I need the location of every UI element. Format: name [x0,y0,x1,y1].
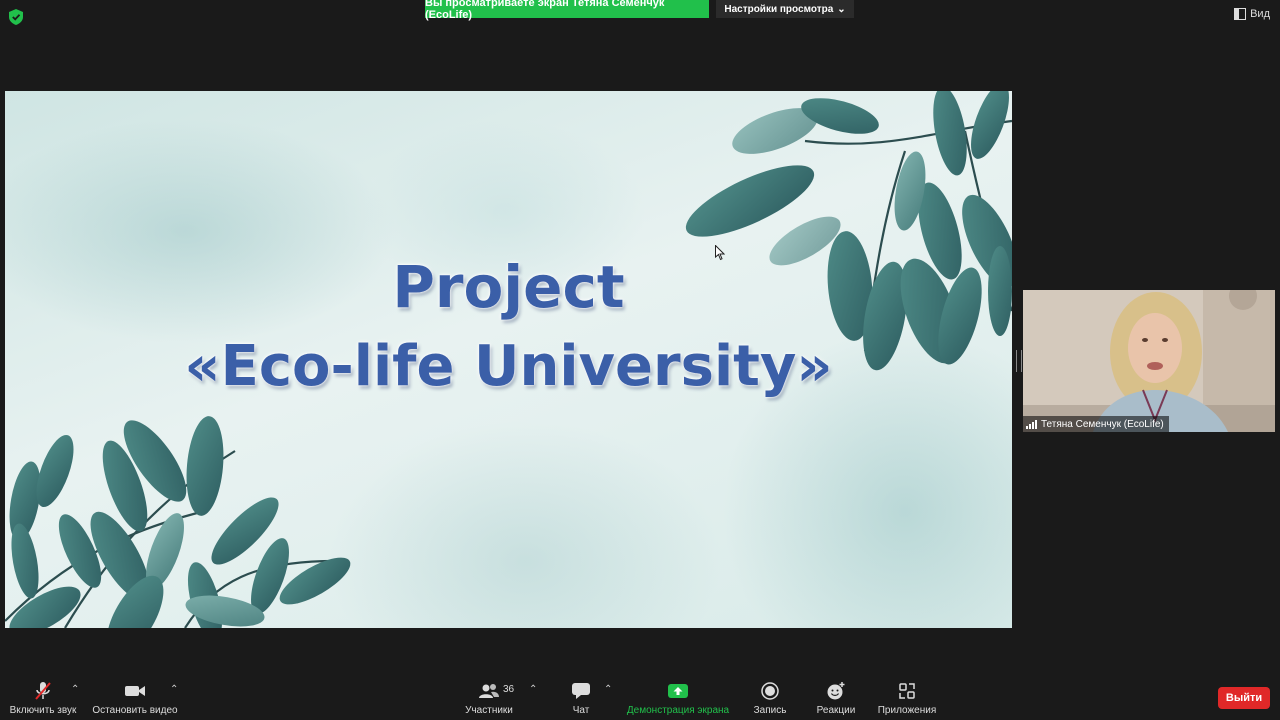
apps-icon [898,680,916,702]
participants-options-caret-icon[interactable]: ⌃ [529,684,537,695]
video-options-caret-icon[interactable]: ⌃ [170,684,178,695]
chat-options-caret-icon[interactable]: ⌃ [604,684,612,695]
view-layout-icon [1234,8,1247,20]
view-button[interactable]: Вид [1234,6,1270,22]
chat-button[interactable]: Чат [566,680,596,716]
signal-strength-icon [1026,419,1037,429]
video-camera-icon [124,680,146,702]
audio-options-caret-icon[interactable]: ⌃ [71,684,79,695]
slide-title-line1: Project [392,253,625,321]
chat-bubble-icon [571,680,591,702]
view-settings-dropdown[interactable]: Настройки просмотра ⌄ [716,0,854,18]
participant-name: Тетяна Семенчук (EcoLife) [1041,418,1164,430]
record-button[interactable]: Запись [752,680,788,716]
stop-video-label: Остановить видео [92,705,178,716]
reactions-label: Реакции [816,705,856,716]
slide-title-line2: «Eco-life University» [184,334,833,399]
record-icon [761,680,779,702]
participants-label: Участники [465,705,513,716]
participants-count: 36 [503,684,515,695]
stop-video-button[interactable]: Остановить видео [92,680,178,716]
reactions-button[interactable]: Реакции [814,680,858,716]
view-button-label: Вид [1250,8,1270,20]
leave-label: Выйти [1225,692,1263,704]
mouse-cursor-icon [715,245,725,261]
unmute-label: Включить звук [9,705,77,716]
leave-button[interactable]: Выйти [1218,687,1270,709]
shared-screen-slide: Project «Eco-life University» [5,91,1012,628]
screen-share-banner-text: Вы просматриваете экран Тетяна Семенчук … [425,0,665,21]
chat-label: Чат [572,705,590,716]
chevron-down-icon: ⌄ [837,3,846,15]
view-settings-label: Настройки просмотра [724,3,834,15]
participant-nameplate: Тетяна Семенчук (EcoLife) [1023,416,1169,432]
security-shield-icon[interactable] [9,9,23,25]
apps-button[interactable]: Приложения [876,680,938,716]
unmute-button[interactable]: Включить звук [8,680,78,716]
panel-resize-handle[interactable] [1016,350,1022,372]
share-screen-label: Демонстрация экрана [626,705,730,716]
smiley-plus-icon [826,680,846,702]
screen-share-banner: Вы просматриваете экран Тетяна Семенчук … [425,0,709,21]
participant-video-image [1023,290,1275,432]
participants-icon [478,680,500,702]
share-screen-button[interactable]: Демонстрация экрана [624,680,732,716]
record-label: Запись [753,705,787,716]
apps-label: Приложения [877,705,937,716]
participant-video-tile[interactable]: Тетяна Семенчук (EcoLife) [1023,290,1275,432]
share-screen-icon [667,680,689,702]
microphone-muted-icon [32,680,54,702]
